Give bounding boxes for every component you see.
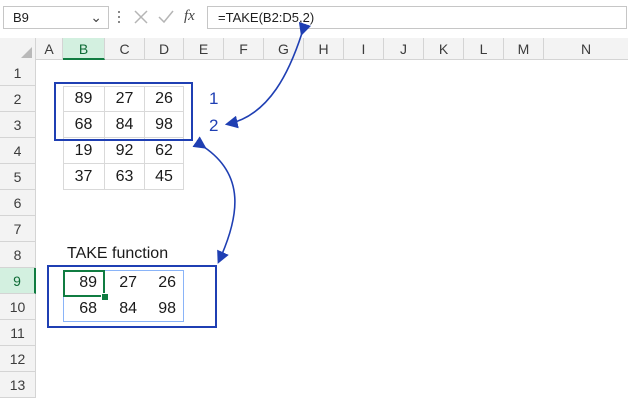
annotation-arrows: [192, 21, 312, 264]
arrow-rows-to-result: [192, 136, 236, 264]
arrow-formula-to-rows: [224, 21, 312, 129]
